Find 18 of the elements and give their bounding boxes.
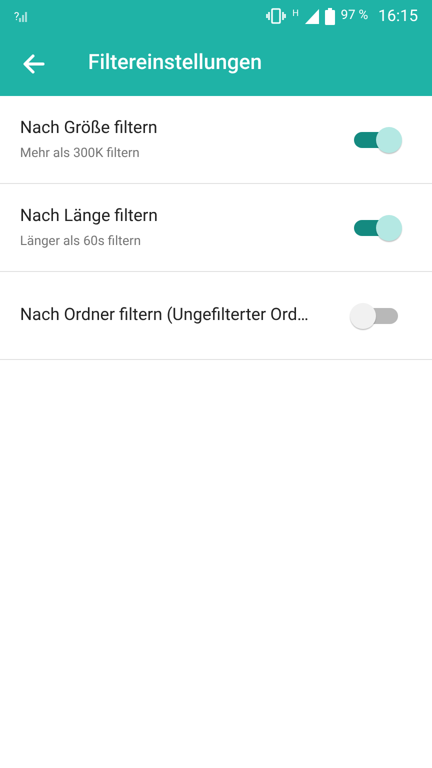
setting-row[interactable]: Nach Länge filtern Länger als 60s filtern [0, 184, 432, 272]
cell-signal-icon [304, 8, 319, 24]
setting-title: Nach Ordner filtern (Ungefilterter Ord… [20, 304, 310, 327]
back-arrow-icon [23, 54, 45, 74]
clock: 16:15 [378, 5, 418, 27]
setting-row[interactable]: Nach Ordner filtern (Ungefilterter Ord… [0, 272, 432, 360]
setting-summary: Länger als 60s filtern [20, 233, 142, 251]
battery-percent: 97 % [340, 7, 368, 26]
setting-title: Nach Länge filtern [20, 204, 159, 228]
signal-label: ? [14, 11, 20, 22]
vibrate-icon [266, 8, 286, 24]
network-type-label: H [292, 10, 299, 19]
battery-icon [324, 8, 335, 24]
setting-title: Nach Größe filtern [20, 116, 158, 140]
signal-icon [19, 10, 30, 22]
setting-summary: Mehr als 300K filtern [20, 145, 141, 163]
toolbar-title: Filtereinstellungen [88, 50, 262, 78]
setting-row[interactable]: Nach Größe filtern Mehr als 300K filtern [0, 96, 432, 184]
